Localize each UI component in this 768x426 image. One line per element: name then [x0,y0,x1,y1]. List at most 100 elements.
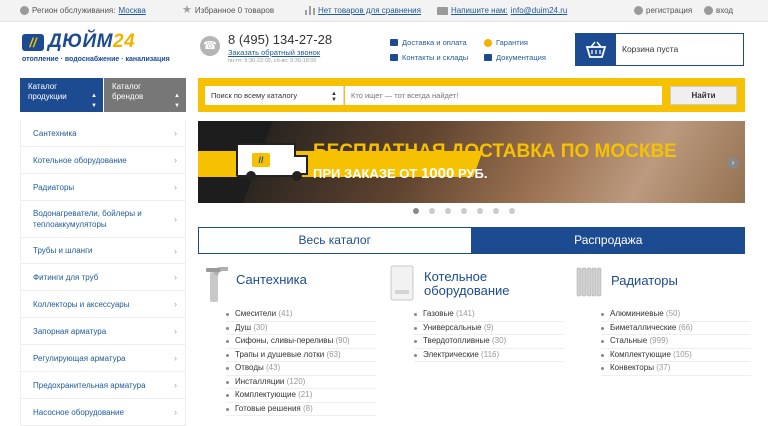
list-item[interactable]: Трапы и душевые лотки (63) [226,349,376,362]
catalog-button[interactable]: Каталог продукции ▲ ▼ [20,78,103,112]
callback-link[interactable]: Заказать обратный звонок [228,48,332,57]
promo-banner[interactable]: // БЕСПЛАТНАЯ ДОСТАВКА ПО МОСКВЕ ПРИ ЗАК… [198,121,745,203]
search-input[interactable] [345,86,662,105]
contacts-link[interactable]: Контакты и склады [390,53,468,62]
list-item[interactable]: Смесители (41) [226,308,376,322]
chevron-right-icon: › [174,380,177,390]
sidebar-item-pumps[interactable]: Насосное оборудование › [20,399,186,426]
warranty-icon [484,38,492,47]
list-item[interactable]: Алюминиевые (50) [601,308,751,322]
sidebar-item-radiators[interactable]: Радиаторы › [20,174,186,201]
subcategory-name: Газовые [423,309,454,318]
category-title[interactable]: Котельное оборудование [424,270,534,298]
list-item[interactable]: Комплектующие (105) [601,349,751,362]
list-item[interactable]: Душ (30) [226,322,376,335]
phone-number[interactable]: 8 (495) 134-27-28 [228,32,332,47]
sidebar-item-water-heaters[interactable]: Водонагреватели, бойлеры и теплоаккумуля… [20,201,186,238]
subcategory-count: (41) [278,309,293,318]
docs-link[interactable]: Документация [484,53,546,62]
sidebar-item-control-valves[interactable]: Регулирующая арматура › [20,345,186,372]
sidebar-item-collectors[interactable]: Коллекторы и аксессуары › [20,291,186,318]
contacts-label[interactable]: Контакты и склады [402,53,468,62]
sidebar-item-fittings[interactable]: Фитинги для труб › [20,264,186,291]
warranty-link[interactable]: Гарантия [484,38,546,47]
list-item[interactable]: Комплектующие (21) [226,389,376,403]
category-title[interactable]: Сантехника [236,273,307,287]
region-link[interactable]: Москва [118,6,145,15]
list-item[interactable]: Инсталляции (120) [226,376,376,389]
delivery-label[interactable]: Доставка и оплата [402,38,467,47]
delivery-truck-icon: // [236,143,308,181]
slider-dot[interactable] [429,208,435,214]
sidebar-item-safety-valves[interactable]: Предохранительная арматура › [20,372,186,399]
login[interactable]: вход [704,6,733,15]
cart[interactable]: Корзина пуста [575,33,744,66]
subcategory-list: Газовые (141) Универсальные (9) Твердото… [414,308,564,362]
login-link[interactable]: вход [716,6,733,15]
subcategory-count: (21) [298,390,313,399]
docs-label[interactable]: Документация [496,53,546,62]
tab-all-catalog[interactable]: Весь каталог [198,227,472,254]
sidebar-item-label: Коллекторы и аксессуары [33,299,130,309]
list-item[interactable]: Биметаллические (66) [601,322,751,335]
chevron-right-icon: › [174,272,177,282]
chevron-right-icon: › [174,182,177,192]
sidebar-item-boilers[interactable]: Котельное оборудование › [20,147,186,174]
sidebar-item-label: Запорная арматура [33,326,107,336]
list-item[interactable]: Готовые решения (8) [226,403,376,416]
write-label[interactable]: Напишите нам: [451,6,508,15]
list-item[interactable]: Отводы (43) [226,362,376,376]
document-icon [484,54,492,61]
delivery-link[interactable]: Доставка и оплата [390,38,468,47]
tab-sale[interactable]: Распродажа [471,227,745,254]
slider-dot[interactable] [493,208,499,214]
compare-link[interactable]: Нет товаров для сравнения [318,6,421,15]
site-logo[interactable]: // ДЮЙМ24 отопление · водоснабжение · ка… [22,31,192,72]
slider-dot[interactable] [461,208,467,214]
subcategory-name: Сифоны, сливы-переливы [235,336,334,345]
header: // ДЮЙМ24 отопление · водоснабжение · ка… [0,22,768,74]
favorites-link[interactable]: Избранное 0 товаров [195,6,274,15]
truck-wheel [292,171,302,181]
brands-button[interactable]: Каталог брендов ▲ ▼ [104,78,186,112]
slider-dot[interactable] [445,208,451,214]
favorites[interactable]: ★ Избранное 0 товаров [182,5,274,16]
basket-icon [576,34,616,65]
search-button[interactable]: Найти [670,86,737,105]
subcategory-count: (90) [335,336,350,345]
register[interactable]: регистрация [634,6,692,15]
list-item[interactable]: Стальные (999) [601,335,751,349]
slider-dot[interactable] [477,208,483,214]
category-title[interactable]: Радиаторы [611,274,678,288]
list-item[interactable]: Газовые (141) [414,308,564,322]
slider-next-arrow-icon[interactable]: › [727,157,739,169]
email-link[interactable]: info@duim24.ru [511,6,568,15]
slider-dot[interactable] [509,208,515,214]
slider-dot[interactable] [413,208,419,214]
truck-wheel [246,171,256,181]
radiator-icon [575,264,603,300]
subcategory-count: (63) [326,349,341,359]
chevron-right-icon: › [174,155,177,165]
list-item[interactable]: Конвекторы (37) [601,362,751,376]
truck-logo-icon: // [252,153,270,167]
compare[interactable]: Нет товаров для сравнения [305,6,421,15]
subcategory-name: Алюминиевые [610,309,664,318]
list-item[interactable]: Электрические (116) [414,349,564,362]
work-hours: пн-пт: 9:30-22:00, сб-вс: 9:30-18:00 [228,58,317,64]
sidebar-item-shutoff-valves[interactable]: Запорная арматура › [20,318,186,345]
list-item[interactable]: Твердотопливные (30) [414,335,564,349]
subcategory-name: Трапы и душевые лотки [235,349,325,359]
register-link[interactable]: регистрация [646,6,692,15]
list-item[interactable]: Сифоны, сливы-переливы (90) [226,335,376,349]
search-scope-select[interactable]: Поиск по всему каталогу ▲ ▼ [205,86,344,105]
sidebar-item-pipes[interactable]: Трубы и шланги › [20,238,186,264]
logo-num: 24 [113,31,136,52]
sidebar-item-santehnika[interactable]: Сантехника › [20,120,186,147]
list-item[interactable]: Универсальные (9) [414,322,564,335]
subcategory-list: Алюминиевые (50) Биметаллические (66) Ст… [601,308,751,376]
warranty-label[interactable]: Гарантия [496,38,528,47]
compare-icon [305,6,315,15]
sidebar-item-label: Котельное оборудование [33,155,127,165]
slider-dots [413,208,515,214]
